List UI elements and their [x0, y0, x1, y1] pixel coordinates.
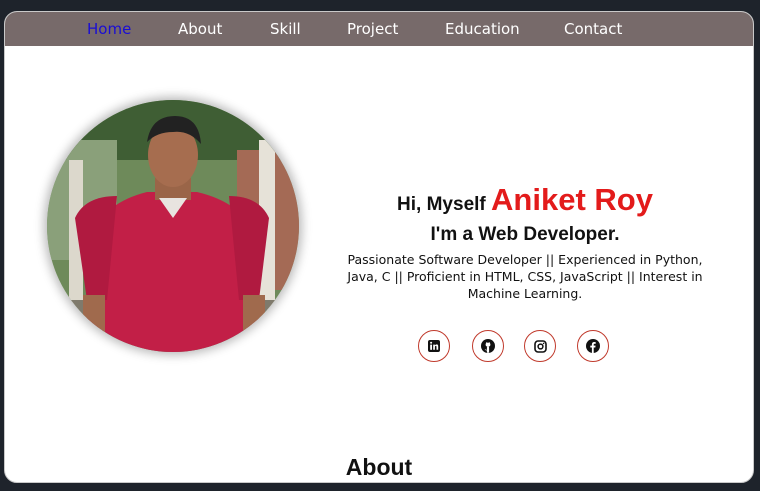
instagram-button[interactable]	[524, 330, 556, 362]
social-links	[418, 330, 618, 364]
profile-photo	[47, 100, 299, 352]
hero-role: I'm a Web Developer.	[430, 224, 620, 245]
hero-intro: Hi, Myself Aniket Roy I'm a Web Develope…	[335, 180, 715, 302]
instagram-icon	[533, 339, 547, 353]
nav-skill-link[interactable]: Skill	[270, 20, 301, 38]
nav-project-link[interactable]: Project	[347, 20, 398, 38]
navbar: Home About Skill Project Education Conta…	[5, 12, 753, 46]
linkedin-button[interactable]	[418, 330, 450, 362]
facebook-icon	[586, 339, 600, 353]
linkedin-icon	[428, 340, 440, 352]
github-icon	[481, 339, 495, 353]
hero-description: Passionate Software Developer || Experie…	[347, 252, 703, 301]
about-section-heading: About	[345, 454, 413, 480]
nav-contact-link[interactable]: Contact	[564, 20, 622, 38]
facebook-button[interactable]	[577, 330, 609, 362]
github-button[interactable]	[472, 330, 504, 362]
hero-name: Aniket Roy	[491, 182, 653, 217]
nav-education-link[interactable]: Education	[445, 20, 520, 38]
page-frame: Home About Skill Project Education Conta…	[4, 11, 754, 483]
greeting-heading: Hi, Myself Aniket Roy	[335, 180, 715, 225]
nav-home-link[interactable]: Home	[87, 20, 131, 38]
nav-about-link[interactable]: About	[178, 20, 222, 38]
greeting-prefix: Hi, Myself	[397, 194, 486, 215]
